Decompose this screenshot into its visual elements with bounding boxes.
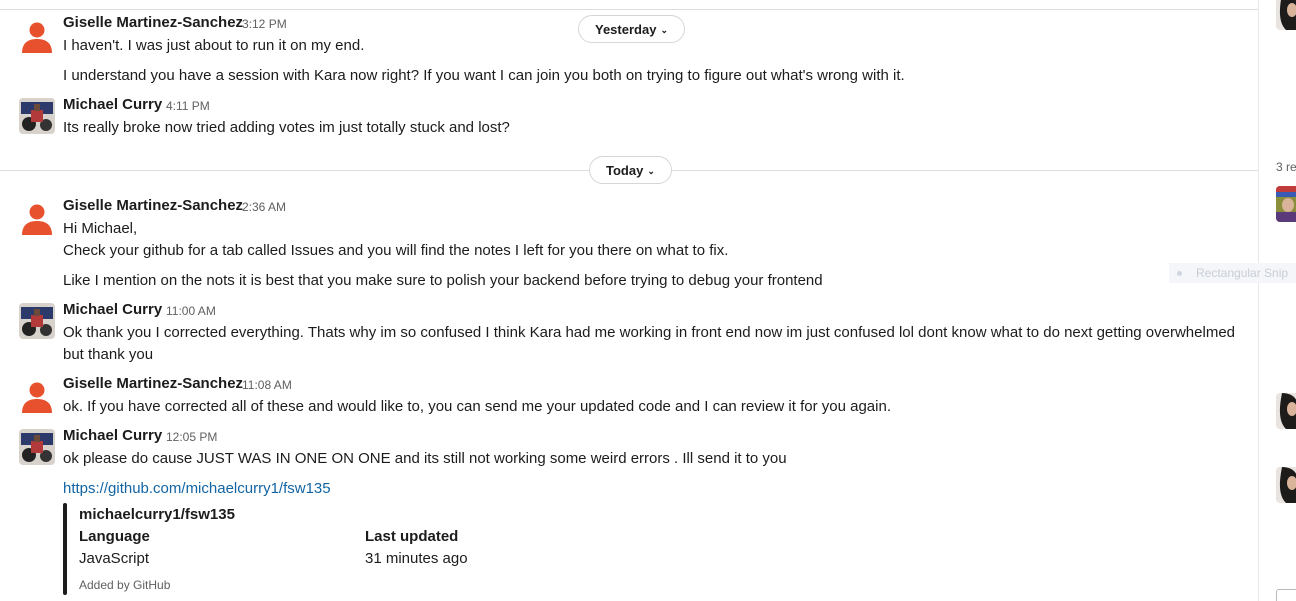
sender-name[interactable]: Giselle Martinez-Sanchez: [63, 197, 243, 214]
message-text: Hi Michael,: [63, 220, 138, 237]
message-text: ok. If you have corrected all of these a…: [63, 398, 891, 415]
day-divider-label: Yesterday: [595, 22, 657, 37]
photo-avatar[interactable]: [1276, 393, 1296, 429]
snip-dot-icon: [1177, 271, 1182, 277]
day-divider-yesterday[interactable]: Yesterday ⌄: [578, 15, 685, 43]
sender-name[interactable]: Giselle Martinez-Sanchez: [63, 375, 243, 392]
message-timestamp[interactable]: 2:36 AM: [242, 200, 286, 214]
attachment-bar: [63, 503, 67, 595]
chevron-down-icon: ⌄: [660, 25, 668, 35]
attachment-field-value: 31 minutes ago: [365, 550, 468, 567]
message-text: Its really broke now tried adding votes …: [63, 119, 510, 136]
photo-avatar[interactable]: [19, 303, 55, 339]
message-timestamp[interactable]: 11:00 AM: [166, 304, 216, 318]
snip-tooltip-label: Rectangular Snip: [1196, 266, 1289, 280]
composer-box[interactable]: [1276, 589, 1296, 601]
message-timestamp[interactable]: 4:11 PM: [166, 99, 210, 113]
sender-name[interactable]: Michael Curry: [63, 427, 162, 444]
github-link[interactable]: https://github.com/michaelcurry1/fsw135: [63, 478, 331, 500]
message-text: but thank you: [63, 346, 154, 363]
attachment-field-value: JavaScript: [79, 550, 150, 567]
message-timestamp[interactable]: 12:05 PM: [166, 430, 217, 444]
message-text: Check your github for a tab called Issue…: [63, 242, 729, 259]
person-avatar-icon[interactable]: [19, 199, 55, 235]
attachment-footer: Added by GitHub: [79, 578, 171, 592]
chevron-down-icon: ⌄: [647, 166, 655, 176]
message-text: Ok thank you I corrected everything. Tha…: [63, 324, 1236, 341]
person-avatar-icon[interactable]: [19, 17, 55, 53]
thread-panel: 3 re: [1259, 0, 1296, 601]
message-timestamp[interactable]: 3:12 PM: [242, 17, 287, 31]
attachment-field-label: Language: [79, 528, 150, 545]
sender-name[interactable]: Michael Curry: [63, 301, 162, 318]
snip-tooltip: Rectangular Snip: [1169, 263, 1296, 283]
day-divider-label: Today: [606, 163, 644, 178]
photo-avatar[interactable]: [1276, 0, 1296, 30]
reply-count[interactable]: 3 re: [1276, 160, 1296, 174]
attachment-field-label: Last updated: [365, 528, 459, 545]
photo-avatar[interactable]: [19, 429, 55, 465]
message-pane: Yesterday ⌄ Giselle Martinez-Sanchez 3:12…: [0, 0, 1258, 601]
sender-name[interactable]: Michael Curry: [63, 96, 162, 113]
photo-avatar[interactable]: [19, 98, 55, 134]
message-text: ok please do cause JUST WAS IN ONE ON ON…: [63, 450, 787, 467]
message-timestamp[interactable]: 11:08 AM: [242, 378, 292, 392]
day-divider-today[interactable]: Today ⌄: [589, 156, 672, 184]
message-text: I understand you have a session with Kar…: [63, 67, 905, 84]
photo-avatar[interactable]: [1276, 467, 1296, 503]
sender-name[interactable]: Giselle Martinez-Sanchez: [63, 14, 243, 31]
message-text: Like I mention on the nots it is best th…: [63, 272, 823, 289]
message-text: I haven't. I was just about to run it on…: [63, 37, 365, 54]
top-divider: [0, 9, 1258, 10]
photo-avatar[interactable]: [1276, 186, 1296, 222]
attachment-title[interactable]: michaelcurry1/fsw135: [79, 506, 235, 523]
person-avatar-icon[interactable]: [19, 377, 55, 413]
